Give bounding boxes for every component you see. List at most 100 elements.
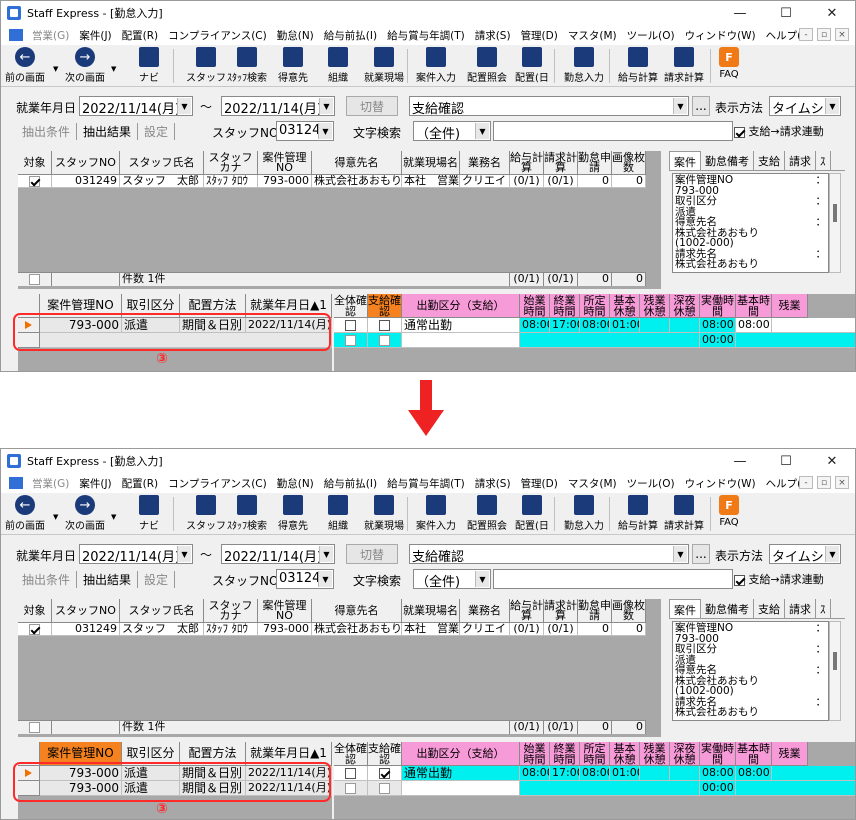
minimize-button[interactable]: —	[717, 449, 763, 473]
table-cell[interactable]: 01:00	[610, 318, 640, 333]
pay-confirm-checkbox[interactable]	[368, 766, 402, 781]
next-screen-button[interactable]: → 次の画面	[65, 495, 105, 532]
mode-dropdown[interactable]: 支給確認 ▼	[409, 96, 689, 116]
faq-button[interactable]: F FAQ	[719, 47, 739, 80]
tab-extract-result[interactable]: 抽出結果	[77, 571, 139, 588]
table-cell[interactable]: 08:00	[520, 766, 550, 781]
col-fixed[interactable]: 所定時間	[580, 294, 610, 318]
display-dropdown[interactable]: タイムシ ▼	[769, 544, 841, 564]
menu-admin[interactable]: 管理(D)	[516, 476, 563, 491]
col-base-time[interactable]: 基本時間	[736, 294, 772, 318]
table-cell[interactable]: 17:00	[550, 766, 580, 781]
table-cell[interactable]: 08:00	[700, 318, 736, 333]
col-staff-name[interactable]: スタッフ氏名	[120, 151, 204, 175]
col-base-time[interactable]: 基本時間	[736, 742, 772, 766]
site-button[interactable]: 就業現場	[364, 47, 404, 84]
menu-attendance[interactable]: 勤怠(N)	[272, 476, 319, 491]
mdi-minimize-icon[interactable]: -	[799, 476, 813, 489]
menu-payroll[interactable]: 給与賞与年調(T)	[382, 476, 470, 491]
col-attend-type[interactable]: 出勤区分（支給）	[402, 742, 520, 766]
prev-screen-button[interactable]: ← 前の画面	[5, 47, 45, 84]
site-button[interactable]: 就業現場	[364, 495, 404, 532]
table-cell[interactable]: 08:00	[736, 318, 772, 333]
menu-compliance[interactable]: コンプライアンス(C)	[163, 476, 272, 491]
menu-billing[interactable]: 請求(S)	[470, 28, 516, 43]
col-target[interactable]: 対象	[18, 151, 52, 175]
minimize-button[interactable]: —	[717, 1, 763, 25]
menu-master[interactable]: マスタ(M)	[563, 476, 622, 491]
link-checkbox[interactable]: 支給→請求連動	[734, 123, 824, 139]
date-to-dropdown[interactable]: 2022/11/14(月) ▼	[221, 96, 335, 116]
side-tab-case[interactable]: 案件	[669, 151, 701, 170]
all-confirm-checkbox[interactable]	[334, 781, 368, 796]
table-cell[interactable]: 08:00	[580, 318, 610, 333]
bill-calc-button[interactable]: 請求計算	[664, 495, 704, 532]
footer-checkbox[interactable]	[18, 720, 52, 734]
col-attend-type[interactable]: 出勤区分（支給）	[402, 294, 520, 318]
side-tab-attendance-note[interactable]: 勤怠備考	[701, 151, 754, 170]
all-confirm-checkbox[interactable]	[334, 766, 368, 781]
col-fixed[interactable]: 所定時間	[580, 742, 610, 766]
col-all-confirm[interactable]: 全体確認	[334, 742, 368, 766]
col-bill[interactable]: 請求計算	[544, 151, 578, 175]
menu-payroll[interactable]: 給与賞与年調(T)	[382, 28, 470, 43]
bill-calc-button[interactable]: 請求計算	[664, 47, 704, 84]
assign-ref-button[interactable]: 配置照会	[467, 47, 507, 84]
col-request[interactable]: 勤怠申請	[578, 151, 612, 175]
col-request[interactable]: 勤怠申請	[578, 599, 612, 623]
side-tab-bill[interactable]: 請求	[785, 599, 816, 618]
side-tab-pay[interactable]: 支給	[754, 599, 785, 618]
col-pay-confirm[interactable]: 支給確認	[368, 294, 402, 318]
col-all-confirm[interactable]: 全体確認	[334, 294, 368, 318]
col-site[interactable]: 就業現場名	[402, 599, 460, 623]
tab-extract-result[interactable]: 抽出結果	[77, 123, 139, 140]
col-overtime[interactable]: 残業	[772, 294, 808, 318]
org-button[interactable]: 組織	[328, 47, 348, 84]
staff-search-button[interactable]: ｽﾀｯﾌ検索	[227, 495, 267, 532]
menu-tools[interactable]: ツール(O)	[622, 476, 680, 491]
footer-checkbox[interactable]	[18, 272, 52, 286]
all-confirm-checkbox[interactable]	[334, 333, 368, 348]
side-scrollbar[interactable]	[829, 173, 841, 273]
col-job[interactable]: 業務名	[460, 151, 510, 175]
mdi-restore-icon[interactable]: ▫	[817, 476, 831, 489]
pay-confirm-checkbox[interactable]	[368, 781, 402, 796]
col-ot-break[interactable]: 残業休憩	[640, 294, 670, 318]
mdi-restore-icon[interactable]: ▫	[817, 28, 831, 41]
maximize-button[interactable]: ☐	[763, 449, 809, 473]
side-tab-more[interactable]: ｽ	[816, 599, 831, 618]
tab-extract-cond[interactable]: 抽出条件	[16, 123, 78, 140]
all-confirm-checkbox[interactable]	[334, 318, 368, 333]
col-pay-confirm[interactable]: 支給確認	[368, 742, 402, 766]
ellipsis-button[interactable]: ...	[692, 544, 710, 564]
org-button[interactable]: 組織	[328, 495, 348, 532]
col-images[interactable]: 画像枚数	[612, 151, 646, 175]
prev-dropdown-icon[interactable]: ▼	[53, 513, 58, 521]
table-cell[interactable]: 00:00	[700, 333, 736, 348]
faq-button[interactable]: F FAQ	[719, 495, 739, 528]
attendance-input-button[interactable]: 勤怠入力	[564, 47, 604, 84]
menu-case[interactable]: 案件(J)	[74, 28, 116, 43]
menu-sales[interactable]: 営業(G)	[27, 476, 74, 491]
menu-assign[interactable]: 配置(R)	[117, 476, 164, 491]
col-night-break[interactable]: 深夜休憩	[670, 742, 700, 766]
table-cell[interactable]: 08:00	[700, 766, 736, 781]
col-target[interactable]: 対象	[18, 599, 52, 623]
table-cell[interactable]: 00:00	[700, 781, 736, 796]
menu-attendance[interactable]: 勤怠(N)	[272, 28, 319, 43]
menu-assign[interactable]: 配置(R)	[117, 28, 164, 43]
staff-no-dropdown[interactable]: 031249 ▼	[276, 569, 334, 589]
client-button[interactable]: 得意先	[278, 495, 308, 532]
text-search-input[interactable]	[493, 121, 733, 141]
switch-button[interactable]: 切替	[346, 544, 398, 564]
case-input-button[interactable]: 案件入力	[416, 47, 456, 84]
col-night-break[interactable]: 深夜休憩	[670, 294, 700, 318]
col-images[interactable]: 画像枚数	[612, 599, 646, 623]
tab-settings[interactable]: 設定	[138, 123, 176, 140]
mdi-close-icon[interactable]: ×	[835, 476, 849, 489]
close-button[interactable]: ✕	[809, 1, 855, 25]
pay-calc-button[interactable]: 給与計算	[618, 495, 658, 532]
col-actual[interactable]: 実働時間	[700, 294, 736, 318]
side-tab-bill[interactable]: 請求	[785, 151, 816, 170]
table-cell[interactable]: 08:00	[580, 766, 610, 781]
